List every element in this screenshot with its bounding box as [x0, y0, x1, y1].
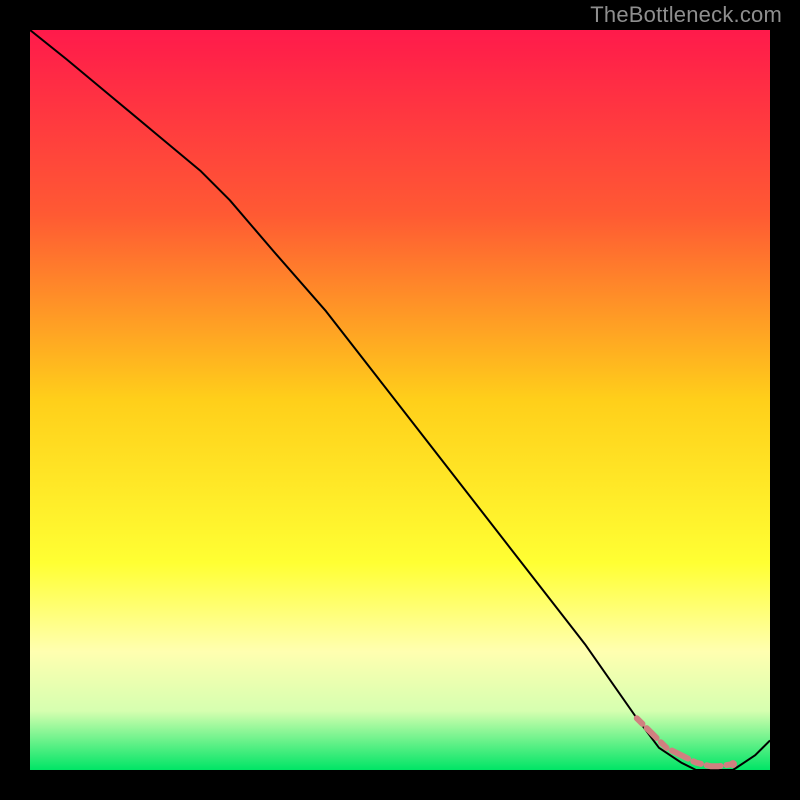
- chart-background-gradient: [30, 30, 770, 770]
- chart-stage: TheBottleneck.com: [0, 0, 800, 800]
- chart-plot-area: [30, 30, 770, 770]
- chart-svg: [30, 30, 770, 770]
- watermark-text: TheBottleneck.com: [590, 2, 782, 28]
- series-optimal-range-marker-end-dot: [729, 760, 737, 768]
